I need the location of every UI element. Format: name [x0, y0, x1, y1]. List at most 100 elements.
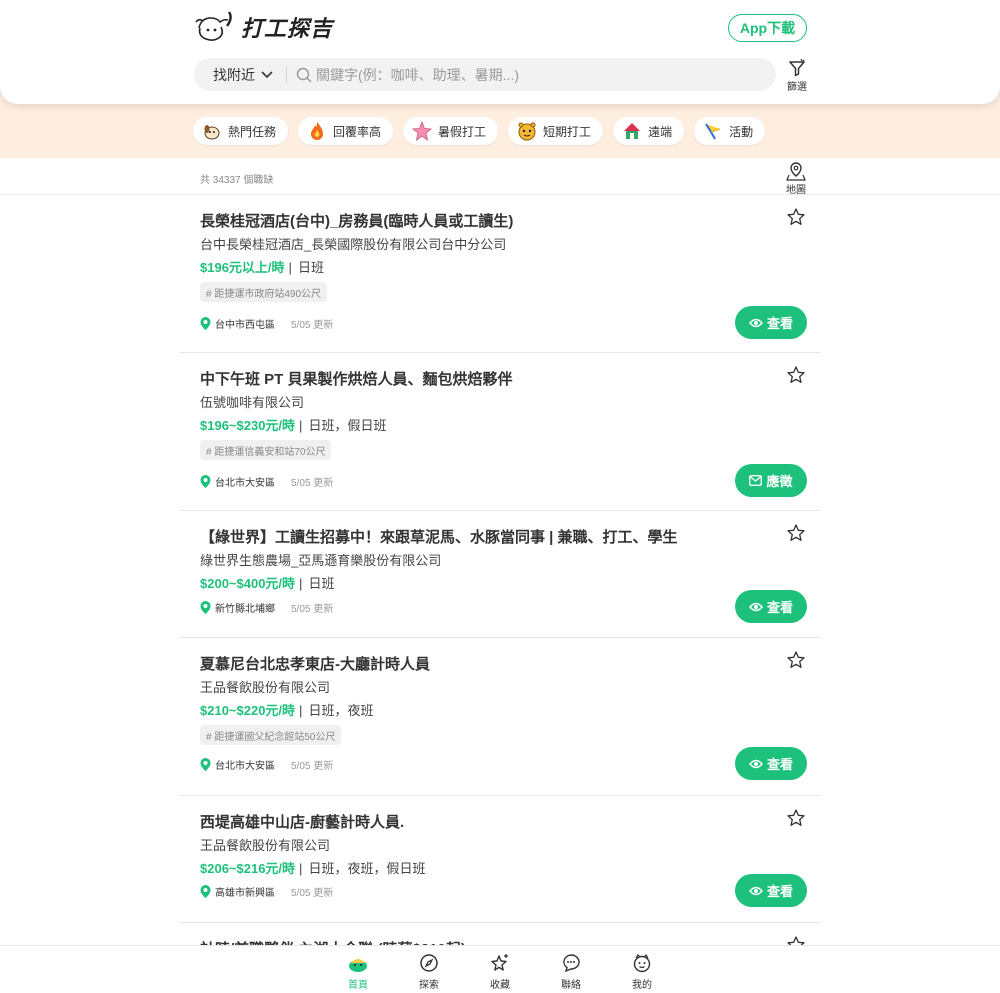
category-row: 熱門任務 回覆率高 暑假打工 短期打工 遠端 活動 [193, 117, 766, 145]
apply-job-button[interactable]: 應徵 [735, 464, 807, 497]
map-pin-icon [786, 162, 806, 181]
job-shift: 日班 [299, 576, 334, 591]
category-label: 回覆率高 [333, 124, 382, 139]
view-job-button[interactable]: 查看 [735, 306, 807, 339]
job-pay-row: $206~$216元/時日班，夜班，假日班 [200, 858, 425, 877]
house-icon [622, 121, 642, 141]
logo-text: 打工探吉 [241, 17, 334, 42]
view-job-button[interactable]: 查看 [735, 747, 807, 780]
chevron-down-icon [261, 70, 273, 78]
favorite-star-icon[interactable] [787, 524, 805, 542]
compass-icon [418, 952, 440, 974]
filter-button[interactable]: 篩選 [783, 58, 811, 93]
job-location-row: 台北市大安區 5/05 更新 [200, 474, 333, 489]
job-shift: 日班 [289, 260, 324, 275]
view-job-label: 查看 [766, 884, 793, 899]
eye-icon [749, 759, 763, 768]
eye-icon [749, 318, 763, 327]
job-card[interactable]: 西堤高雄中山店-廚藝計時人員. 王品餐飲股份有限公司 $206~$216元/時日… [180, 797, 820, 923]
view-job-label: 查看 [766, 757, 793, 772]
location-pin-icon [200, 601, 211, 614]
app-download-button[interactable]: App下載 [728, 14, 807, 42]
job-tag: # 距捷運信義安和站70公尺 [200, 440, 332, 460]
view-job-button[interactable]: 查看 [735, 590, 807, 623]
fire-icon [307, 121, 327, 141]
job-pay: $200~$400元/時 [200, 576, 296, 591]
nav-home[interactable]: 首頁 [344, 946, 372, 993]
result-count: 共 34337 個職缺 [200, 175, 274, 186]
category-high-reply[interactable]: 回覆率高 [298, 117, 394, 145]
nav-label: 收藏 [490, 980, 510, 991]
job-pay-row: $196元以上/時日班 [200, 257, 324, 276]
category-events[interactable]: 活動 [694, 117, 766, 145]
job-pay-row: $200~$400元/時日班 [200, 573, 334, 592]
job-pay: $206~$216元/時 [200, 861, 296, 876]
job-tag: # 距捷運國父紀念館站50公尺 [200, 725, 342, 745]
flag-icon [703, 121, 723, 141]
location-pin-icon [200, 475, 211, 488]
category-summer-jobs[interactable]: 暑假打工 [403, 117, 499, 145]
job-title[interactable]: 【綠世界】工讀生招募中！來跟草泥馬、水豚當同事 | 兼職、打工、學生 [200, 526, 678, 547]
job-company: 綠世界生態農場_亞馬遜育樂股份有限公司 [200, 553, 442, 568]
nav-label: 首頁 [348, 980, 368, 991]
job-company: 王品餐飲股份有限公司 [200, 838, 331, 853]
near-dropdown[interactable]: 找附近 [194, 65, 286, 85]
apply-job-label: 應徵 [766, 474, 793, 489]
favorite-star-icon[interactable] [787, 651, 805, 669]
eye-icon [749, 886, 763, 895]
job-shift: 日班，夜班 [299, 703, 373, 718]
profile-icon [631, 952, 653, 974]
star-sparkle-icon [489, 952, 511, 974]
map-button[interactable]: 地圖 [786, 161, 806, 196]
bottom-navigation: 首頁 探索 收藏 聯絡 我的 [0, 945, 1000, 993]
job-title[interactable]: 中下午班 PT 貝果製作烘焙人員、麵包烘焙夥伴 [200, 368, 513, 389]
nav-contact[interactable]: 聯絡 [557, 946, 585, 993]
category-label: 短期打工 [543, 124, 592, 139]
job-card[interactable]: 【綠世界】工讀生招募中！來跟草泥馬、水豚當同事 | 兼職、打工、學生 綠世界生態… [180, 512, 820, 638]
job-location: 台中市西屯區 [215, 320, 275, 331]
dog-logo-icon [195, 11, 232, 41]
job-card[interactable]: 長榮桂冠酒店(台中)_房務員(臨時人員或工讀生) 台中長榮桂冠酒店_長榮國際股份… [180, 196, 820, 353]
job-location: 台北市大安區 [215, 478, 275, 489]
view-job-label: 查看 [766, 600, 793, 615]
job-pay: $196~$230元/時 [200, 418, 296, 433]
category-label: 暑假打工 [438, 124, 487, 139]
location-pin-icon [200, 317, 211, 330]
view-job-button[interactable]: 查看 [735, 874, 807, 907]
job-company: 台中長榮桂冠酒店_長榮國際股份有限公司台中分公司 [200, 237, 507, 252]
job-shift: 日班，假日班 [299, 418, 386, 433]
job-title[interactable]: 西堤高雄中山店-廚藝計時人員. [200, 811, 404, 832]
map-label: 地圖 [786, 185, 806, 196]
chat-icon [560, 952, 582, 974]
job-title[interactable]: 夏慕尼台北忠孝東店-大廳計時人員 [200, 653, 430, 674]
category-hot-tasks[interactable]: 熱門任務 [193, 117, 289, 145]
job-updated: 5/05 更新 [291, 604, 334, 615]
favorite-star-icon[interactable] [787, 366, 805, 384]
job-card[interactable]: 中下午班 PT 貝果製作烘焙人員、麵包烘焙夥伴 伍號咖啡有限公司 $196~$2… [180, 354, 820, 511]
search-input[interactable] [316, 66, 736, 83]
category-label: 活動 [729, 124, 754, 139]
nav-label: 聯絡 [561, 980, 581, 991]
category-remote[interactable]: 遠端 [613, 117, 685, 145]
nav-label: 我的 [632, 980, 652, 991]
nav-explore[interactable]: 探索 [415, 946, 443, 993]
divider [286, 65, 287, 84]
top-header: 打工探吉 App下載 找附近 篩選 [0, 0, 1000, 104]
job-pay-row: $196~$230元/時日班，假日班 [200, 415, 386, 434]
category-short-term[interactable]: 短期打工 [508, 117, 604, 145]
job-location: 新竹縣北埔鄉 [215, 604, 275, 615]
job-company: 王品餐飲股份有限公司 [200, 680, 331, 695]
job-card[interactable]: 夏慕尼台北忠孝東店-大廳計時人員 王品餐飲股份有限公司 $210~$220元/時… [180, 639, 820, 796]
job-updated: 5/05 更新 [291, 478, 334, 489]
logo[interactable]: 打工探吉 [193, 8, 333, 46]
job-title[interactable]: 長榮桂冠酒店(台中)_房務員(臨時人員或工讀生) [200, 210, 513, 231]
favorite-star-icon[interactable] [787, 208, 805, 226]
nav-label: 探索 [419, 980, 439, 991]
nav-profile[interactable]: 我的 [628, 946, 656, 993]
favorite-star-icon[interactable] [787, 809, 805, 827]
job-location: 高雄市新興區 [215, 888, 275, 899]
starfish-icon [412, 121, 433, 141]
nav-favorites[interactable]: 收藏 [486, 946, 514, 993]
job-updated: 5/05 更新 [291, 320, 334, 331]
job-tag: # 距捷運市政府站490公尺 [200, 282, 328, 302]
